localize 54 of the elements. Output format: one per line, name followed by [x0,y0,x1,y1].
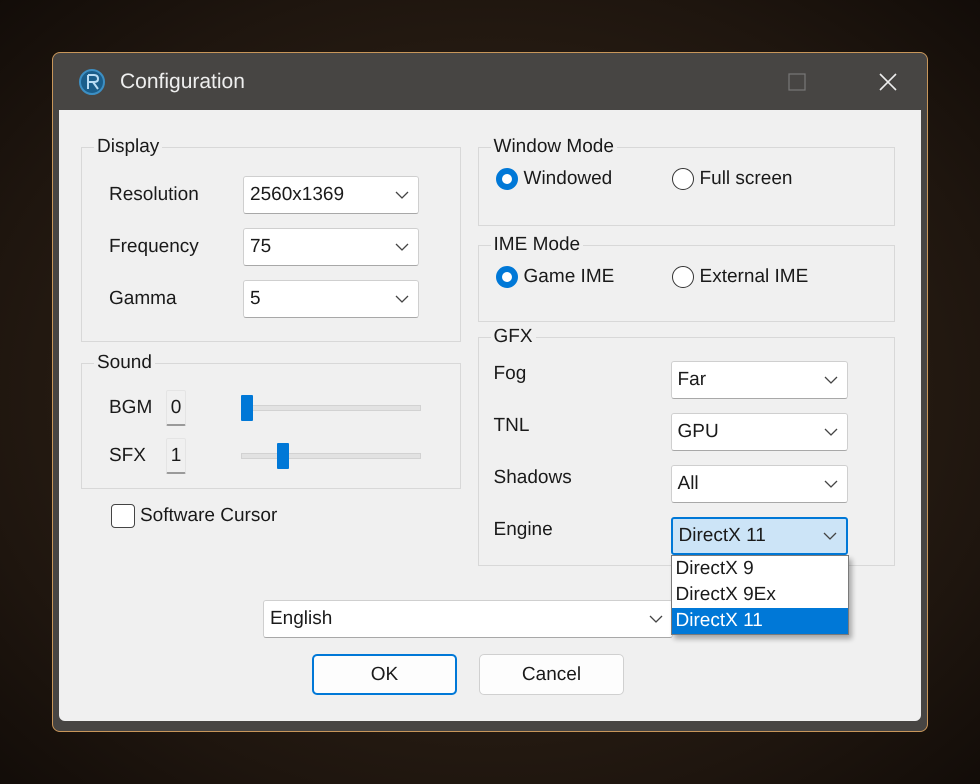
chevron-down-icon [395,243,409,251]
slider[interactable] [241,443,421,469]
field-label: Fog [494,363,528,385]
dropdown[interactable]: English [263,600,673,638]
list-option[interactable]: DirectX 9 [672,556,848,582]
radio-label: Full screen [700,168,792,190]
dropdown[interactable]: 75 [243,228,419,266]
group-title: GFX [492,326,534,348]
chevron-down-icon [822,532,837,540]
field-label: Frequency [109,236,200,258]
radio-button[interactable] [496,266,518,288]
chevron-down-icon [395,295,409,303]
field-label: Gamma [109,288,178,310]
maximize-icon [788,72,806,90]
radio-label: Windowed [524,168,612,190]
field-label: TNL [494,415,530,437]
app-icon [78,68,106,96]
field-label: Engine [494,519,554,541]
dialog-button[interactable]: Cancel [479,654,624,695]
chevron-down-icon [824,480,838,488]
dropdown[interactable]: 2560x1369 [243,176,419,214]
field-label: Shadows [494,467,573,489]
radio-label: Game IME [524,266,614,288]
group-title: IME Mode [492,234,582,256]
radio-button[interactable] [672,266,694,288]
dropdown[interactable]: All [670,465,848,503]
slider-thumb[interactable] [277,443,289,469]
channel-label: SFX [109,445,147,467]
radio-label: External IME [700,266,808,288]
checkbox[interactable] [111,504,135,528]
close-icon [879,72,897,90]
list-option[interactable]: DirectX 11 [672,608,848,634]
checkbox-label: Software Cursor [140,505,278,527]
list-option[interactable]: DirectX 9Ex [672,582,848,608]
radio-button[interactable] [672,168,694,190]
value-field: 1 [166,438,186,474]
slider[interactable] [241,395,421,421]
dropdown[interactable]: 5 [243,280,419,318]
radio-button[interactable] [496,168,518,190]
chevron-down-icon [824,428,838,436]
dialog-button[interactable]: OK [312,654,457,695]
chevron-down-icon [649,615,663,623]
field-label: Resolution [109,184,200,206]
group-title: Window Mode [492,136,615,158]
chevron-down-icon [395,191,409,199]
dropdown[interactable]: GPU [670,413,848,451]
slider-thumb[interactable] [241,395,253,421]
channel-label: BGM [109,397,154,419]
window-title: Configuration [120,70,245,94]
value-field: 0 [166,390,186,426]
chevron-down-icon [824,376,838,384]
dropdown[interactable]: Far [670,361,848,399]
group-title: Sound [96,352,153,374]
group-title: Display [96,136,160,158]
